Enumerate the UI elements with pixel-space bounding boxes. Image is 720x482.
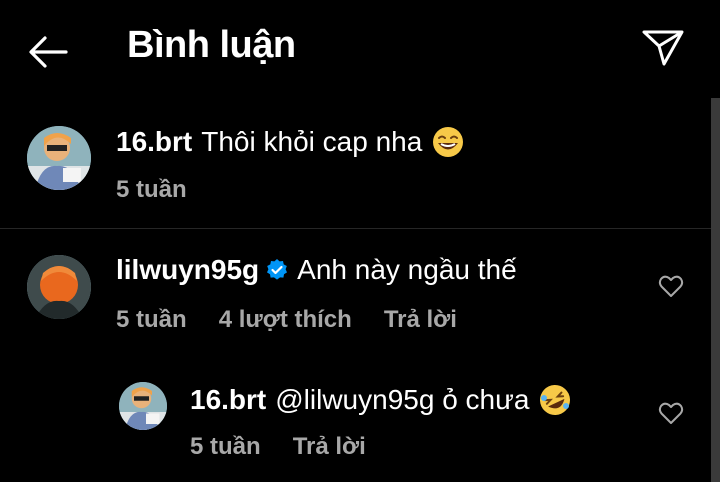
comment-username[interactable]: 16.brt bbox=[116, 126, 192, 158]
comment-username[interactable]: 16.brt bbox=[190, 384, 266, 416]
comment-meta: 5 tuần bbox=[116, 176, 219, 204]
heart-icon[interactable] bbox=[658, 401, 684, 425]
comment-text: Anh này ngầu thế bbox=[297, 254, 517, 285]
heart-icon[interactable] bbox=[658, 274, 684, 298]
comment-time: 5 tuần bbox=[116, 306, 187, 333]
divider bbox=[0, 228, 711, 229]
back-arrow-icon[interactable] bbox=[26, 34, 70, 70]
avatar-16brt-reply[interactable] bbox=[119, 382, 167, 430]
laughing-emoji-icon bbox=[433, 127, 464, 157]
avatar-16brt[interactable] bbox=[27, 126, 91, 190]
comment-1: 16.brt Thôi khỏi cap nha bbox=[116, 126, 464, 158]
rofl-emoji-icon bbox=[540, 385, 571, 415]
reply-button[interactable]: Trả lời bbox=[293, 433, 366, 460]
scrollbar[interactable] bbox=[711, 98, 720, 482]
reply-comment: 16.brt @lilwuyn95g ỏ chưa bbox=[190, 384, 571, 416]
comment-likes[interactable]: 4 lượt thích bbox=[219, 306, 352, 333]
comment-text: @lilwuyn95g ỏ chưa bbox=[275, 384, 530, 415]
comment-text: Thôi khỏi cap nha bbox=[201, 126, 423, 157]
header: Bình luận bbox=[0, 0, 720, 100]
comment-time: 5 tuần bbox=[116, 176, 187, 203]
page-title: Bình luận bbox=[127, 24, 296, 66]
comment-username[interactable]: lilwuyn95g bbox=[116, 254, 259, 286]
send-icon[interactable] bbox=[640, 28, 686, 68]
avatar-lilwuyn95g[interactable] bbox=[27, 255, 91, 319]
comment-2: lilwuyn95g Anh này ngầu thế bbox=[116, 254, 517, 286]
reply-meta: 5 tuần Trả lời bbox=[190, 433, 398, 461]
comment-time: 5 tuần bbox=[190, 433, 261, 460]
comment-meta: 5 tuần 4 lượt thích Trả lời bbox=[116, 306, 489, 334]
verified-badge-icon bbox=[267, 259, 288, 280]
reply-button[interactable]: Trả lời bbox=[384, 306, 457, 333]
